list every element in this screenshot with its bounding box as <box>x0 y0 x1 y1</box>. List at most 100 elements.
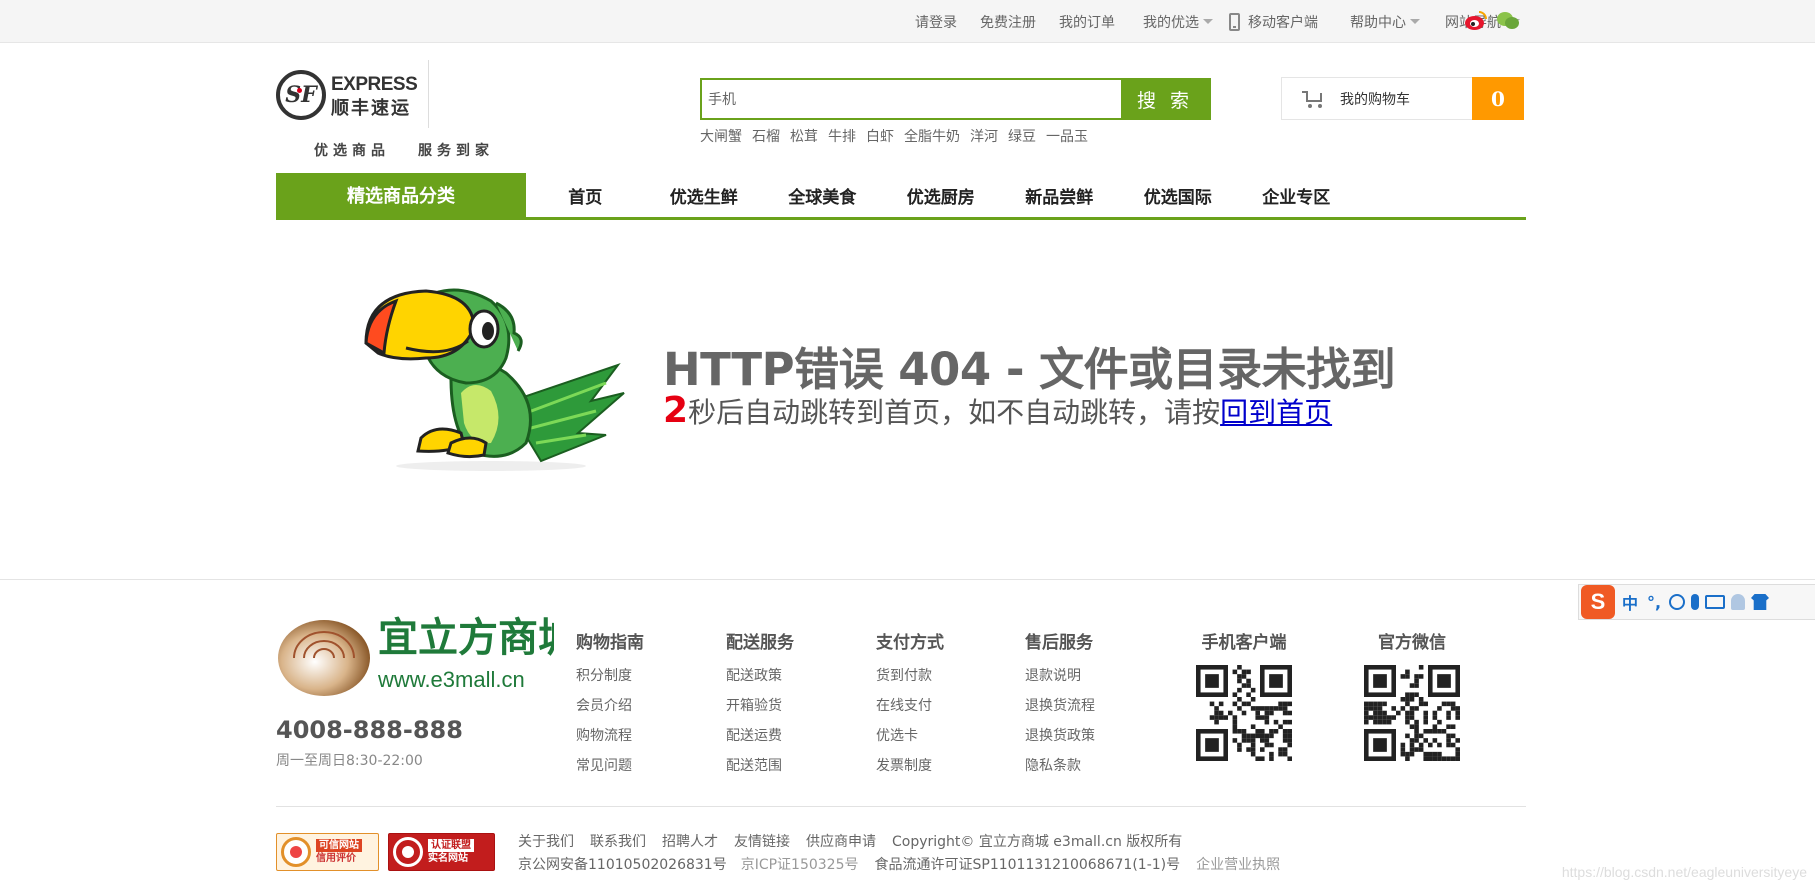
footer-column-link[interactable]: 优选卡 <box>876 721 944 751</box>
error-message-line: 2秒后自动跳转到首页，如不自动跳转，请按回到首页 <box>663 390 1332 431</box>
ime-toolbar: S 中 °, <box>1578 584 1815 620</box>
business-license-link[interactable]: 企业营业执照 <box>1196 854 1280 874</box>
mobile-client-link[interactable]: 移动客户端 <box>1229 12 1318 32</box>
footer-column-link[interactable]: 发票制度 <box>876 751 944 781</box>
watermark-text: https://blog.csdn.net/eagleuniversityeye <box>1561 864 1807 880</box>
footer-legal: 京公网安备11010502026831号 京ICP证150325号 食品流通许可… <box>518 854 1280 874</box>
hot-words: 大闸蟹 石榴 松茸 牛排 白虾 全脂牛奶 洋河 绿豆 一品玉 <box>700 126 1088 146</box>
hot-word-link[interactable]: 牛排 <box>828 126 856 146</box>
logo-divider <box>428 60 429 128</box>
hot-word-link[interactable]: 大闸蟹 <box>700 126 742 146</box>
footer-column-link[interactable]: 常见问题 <box>576 751 644 781</box>
category-menu-button[interactable]: 精选商品分类 <box>276 173 526 217</box>
footer-column-link[interactable]: 退款说明 <box>1025 661 1095 691</box>
nav-item[interactable]: 企业专区 <box>1237 173 1356 217</box>
slogan: 优选商品 服务到家 <box>314 140 494 160</box>
certified-site-badge[interactable]: 认证联盟 实名网站 <box>388 833 495 871</box>
back-to-home-link[interactable]: 回到首页 <box>1220 396 1332 429</box>
slogan-left: 优选商品 <box>314 143 390 159</box>
badge1-line2: 信用评价 <box>316 853 356 864</box>
copyright-text: Copyright© 宜立方商城 e3mall.cn 版权所有 <box>892 834 1183 850</box>
footer-column-title: 支付方式 <box>876 633 944 653</box>
footer-column: 配送服务配送政策 开箱验货 配送运费 配送范围 <box>726 628 794 781</box>
ime-mode-toggle[interactable]: 中 <box>1621 590 1639 614</box>
footer-column-link[interactable]: 货到付款 <box>876 661 944 691</box>
cart-count-badge: 0 <box>1472 77 1524 120</box>
skin-icon[interactable] <box>1751 594 1769 610</box>
microphone-icon[interactable] <box>1691 594 1699 610</box>
wechat-icon[interactable] <box>1497 11 1519 31</box>
qr-mobile-client: 手机客户端 <box>1196 628 1292 761</box>
seal-icon <box>281 837 311 867</box>
register-link[interactable]: 免费注册 <box>980 12 1036 32</box>
hot-word-link[interactable]: 松茸 <box>790 126 818 146</box>
nav-item[interactable]: 全球美食 <box>763 173 882 217</box>
top-links: 请登录 免费注册 我的订单 我的优选 移动客户端 帮助中心 网站导航 <box>892 0 1520 43</box>
sogou-ime-logo[interactable]: S <box>1581 585 1615 619</box>
footer-column-link[interactable]: 配送运费 <box>726 721 794 751</box>
trusted-site-badge[interactable]: 可信网站 信用评价 <box>276 833 379 871</box>
footer-column: 购物指南 积分制度 会员介绍 购物流程 常见问题 <box>576 628 644 781</box>
my-youxuan-menu[interactable]: 我的优选 <box>1143 12 1213 32</box>
error-title: HTTP错误 404 - 文件或目录未找到 <box>663 343 1396 396</box>
footer-column-title: 售后服务 <box>1025 633 1093 653</box>
footer-column-link[interactable]: 配送政策 <box>726 661 794 691</box>
social-links <box>1465 11 1519 31</box>
shopping-cart[interactable]: 我的购物车 0 <box>1281 77 1524 120</box>
search-input[interactable] <box>702 80 1121 118</box>
footer-column-link[interactable]: 隐私条款 <box>1025 751 1095 781</box>
user-icon[interactable] <box>1731 594 1745 610</box>
nav-item[interactable]: 新品尝鲜 <box>1000 173 1119 217</box>
mobile-phone-icon <box>1229 12 1240 31</box>
footer-column-link[interactable]: 会员介绍 <box>576 691 644 721</box>
nav-item[interactable]: 优选国际 <box>1119 173 1238 217</box>
footer-column-link[interactable]: 退换货政策 <box>1025 721 1095 751</box>
footer-link[interactable]: 供应商申请 <box>806 831 876 851</box>
weibo-icon[interactable] <box>1465 11 1487 31</box>
footer-column-link[interactable]: 积分制度 <box>576 661 644 691</box>
footer-column-link[interactable]: 配送范围 <box>726 751 794 781</box>
main-nav: 精选商品分类 首页 优选生鲜 全球美食 优选厨房 新品尝鲜 优选国际 企业专区 <box>276 173 1526 220</box>
footer-link[interactable]: 招聘人才 <box>662 831 718 851</box>
footer-link[interactable]: 联系我们 <box>590 831 646 851</box>
sf-express-logo[interactable]: SF EXPRESS 顺丰速运 <box>276 68 430 130</box>
emoji-icon[interactable] <box>1669 594 1685 610</box>
hot-word-link[interactable]: 洋河 <box>970 126 998 146</box>
nav-item[interactable]: 首页 <box>526 173 645 217</box>
icp-license: 京ICP证150325号 <box>740 857 859 873</box>
my-orders-link[interactable]: 我的订单 <box>1059 12 1115 32</box>
seal-icon <box>393 837 423 867</box>
my-youxuan-label: 我的优选 <box>1143 14 1199 31</box>
hot-word-link[interactable]: 白虾 <box>866 126 894 146</box>
footer-column-link[interactable]: 在线支付 <box>876 691 944 721</box>
search-button[interactable]: 搜 索 <box>1121 80 1209 118</box>
hot-word-link[interactable]: 一品玉 <box>1046 126 1088 146</box>
nav-item[interactable]: 优选厨房 <box>882 173 1001 217</box>
nav-items: 首页 优选生鲜 全球美食 优选厨房 新品尝鲜 优选国际 企业专区 <box>526 173 1356 217</box>
ime-punct-toggle[interactable]: °, <box>1645 593 1663 612</box>
top-bar: 请登录 免费注册 我的订单 我的优选 移动客户端 帮助中心 网站导航 <box>0 0 1815 43</box>
footer-link[interactable]: 友情链接 <box>734 831 790 851</box>
help-center-menu[interactable]: 帮助中心 <box>1350 12 1420 32</box>
nav-item[interactable]: 优选生鲜 <box>645 173 764 217</box>
hot-word-link[interactable]: 绿豆 <box>1008 126 1036 146</box>
e3mall-logo[interactable]: 宜立方商城 www.e3mall.cn <box>276 603 554 699</box>
footer-divider-bottom <box>276 806 1526 807</box>
footer-column-link[interactable]: 购物流程 <box>576 721 644 751</box>
footer-link[interactable]: 关于我们 <box>518 831 574 851</box>
cart-label: 我的购物车 <box>1340 91 1410 108</box>
badge2-line2: 实名网站 <box>428 853 468 864</box>
mall-name-text: 宜立方商城 <box>378 614 554 661</box>
help-center-label: 帮助中心 <box>1350 14 1406 31</box>
chevron-down-icon <box>1410 19 1420 24</box>
footer-column-title: 配送服务 <box>726 633 794 653</box>
footer-column-link[interactable]: 退换货流程 <box>1025 691 1095 721</box>
login-link[interactable]: 请登录 <box>915 12 957 32</box>
countdown-number: 2 <box>663 390 689 431</box>
hot-word-link[interactable]: 全脂牛奶 <box>904 126 960 146</box>
hot-word-link[interactable]: 石榴 <box>752 126 780 146</box>
footer-column-link[interactable]: 开箱验货 <box>726 691 794 721</box>
redirect-message: 秒后自动跳转到首页，如不自动跳转，请按 <box>688 396 1221 429</box>
keyboard-icon[interactable] <box>1705 595 1725 609</box>
logo-english: EXPRESS <box>331 74 418 95</box>
